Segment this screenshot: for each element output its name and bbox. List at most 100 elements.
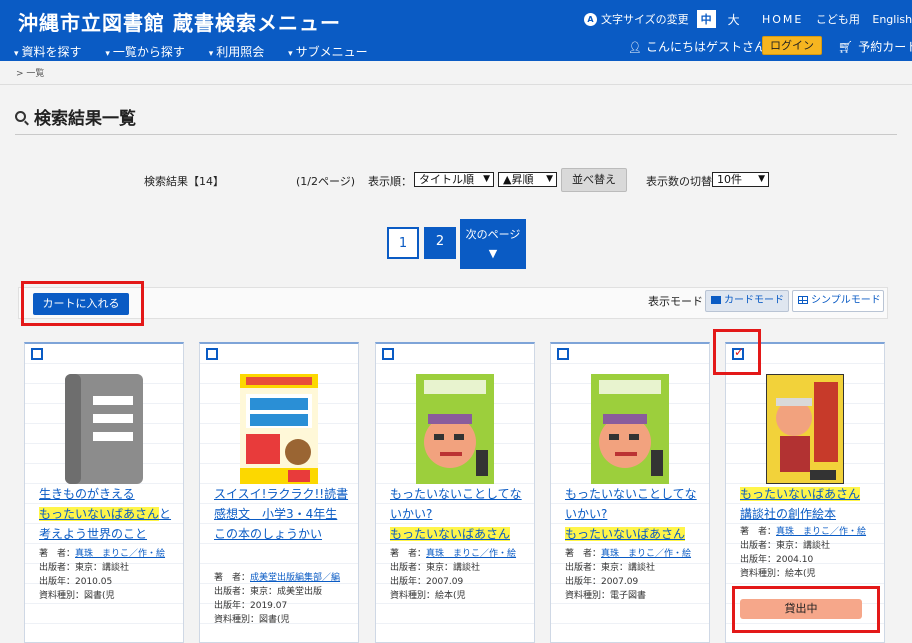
per-page-select-value: 10件 bbox=[717, 173, 742, 186]
direction-select[interactable]: ▲昇順 ▼ bbox=[498, 172, 557, 187]
author-link[interactable]: 真珠 まりこ／作・絵 bbox=[75, 549, 165, 559]
title-highlight: もったいないばあさん bbox=[565, 527, 686, 541]
author-label: 著 者： bbox=[39, 549, 76, 559]
annotation-box-cart bbox=[21, 281, 144, 326]
breadcrumb: > 一覧 bbox=[16, 69, 45, 79]
nav-search-materials[interactable]: 資料を探す bbox=[14, 43, 82, 60]
book-title-link[interactable]: 生きものがきえる もったいないばあさんと考えよう世界のこと bbox=[39, 484, 177, 544]
font-size-switcher: A 文字サイズの変更 中 大 bbox=[584, 10, 740, 28]
next-page-label: 次のページ bbox=[465, 228, 521, 241]
select-checkbox[interactable] bbox=[31, 348, 43, 360]
font-size-medium-button[interactable]: 中 bbox=[696, 10, 716, 28]
author-link[interactable]: 真珠 まりこ／作・絵 bbox=[601, 549, 691, 559]
author-label: 著 者： bbox=[390, 549, 427, 559]
display-mode-label: 表示モード bbox=[648, 295, 703, 308]
type-line: 資料種別：絵本(児 bbox=[390, 591, 466, 601]
placeholder-book-icon[interactable] bbox=[65, 374, 143, 484]
author-label: 著 者： bbox=[214, 573, 251, 583]
annotation-box-status bbox=[732, 586, 880, 633]
author-label: 著 者： bbox=[740, 527, 777, 537]
search-icon bbox=[15, 111, 26, 122]
title-sub: 講談社の創作絵本 bbox=[740, 507, 837, 521]
result-card: もったいないことしてないかい? もったいないばあさん 著 者：真珠 まりこ／作・絵… bbox=[375, 342, 535, 643]
type-line: 資料種別：図書(児 bbox=[214, 615, 290, 625]
kids-link[interactable]: こども用 bbox=[816, 11, 860, 27]
card-mode-button[interactable]: カードモード bbox=[705, 290, 789, 312]
result-count: 検索結果【14】 bbox=[144, 175, 224, 188]
next-page-button[interactable]: 次のページ ▼ bbox=[460, 219, 526, 269]
main-nav: 資料を探す 一覧から探す 利用照会 サブメニュー bbox=[14, 43, 388, 60]
book-cover-image[interactable] bbox=[416, 374, 494, 484]
title-divider bbox=[15, 134, 897, 135]
nav-sub-menu[interactable]: サブメニュー bbox=[288, 43, 368, 60]
page-title: 検索結果一覧 bbox=[15, 104, 136, 129]
book-cover-image[interactable] bbox=[766, 374, 844, 484]
book-title-link[interactable]: スイスイ!ラクラク!!読書感想文 小学3・4年生この本のしょうかい bbox=[214, 484, 352, 544]
book-cover-image[interactable] bbox=[591, 374, 669, 484]
page-1-current[interactable]: 1 bbox=[387, 227, 419, 259]
page-2-link[interactable]: 2 bbox=[424, 227, 456, 259]
font-size-label: 文字サイズの変更 bbox=[601, 13, 689, 26]
nav-usage-inquiry[interactable]: 利用照会 bbox=[209, 43, 264, 60]
author-line: 著 者：真珠 まりこ／作・絵 bbox=[740, 525, 880, 539]
year-line: 出版年：2004.10 bbox=[740, 555, 814, 565]
author-link[interactable]: 成美堂出版編集部／編 bbox=[250, 573, 340, 583]
header-links: HOME こども用 English bbox=[762, 11, 912, 27]
english-link[interactable]: English bbox=[872, 13, 912, 26]
type-line: 資料種別：図書(児 bbox=[39, 591, 115, 601]
cart-label: 予約カート bbox=[858, 40, 912, 54]
publisher-line: 出版者：東京：成美堂出版 bbox=[214, 587, 323, 597]
book-title-link[interactable]: もったいないことしてないかい? もったいないばあさん bbox=[565, 484, 703, 544]
card-mode-label: カードモード bbox=[724, 295, 784, 306]
font-size-large-button[interactable]: 大 bbox=[728, 11, 740, 28]
title-highlight: もったいないばあさん bbox=[740, 487, 861, 501]
card-mode-icon bbox=[711, 296, 721, 304]
breadcrumb-divider bbox=[0, 84, 912, 85]
publisher-line: 出版者：東京：講談社 bbox=[565, 563, 656, 573]
order-select-value: タイトル順 bbox=[419, 173, 474, 186]
site-title[interactable]: 沖縄市立図書館 蔵書検索メニュー bbox=[18, 7, 341, 36]
sort-button[interactable]: 並べ替え bbox=[561, 168, 627, 192]
order-select[interactable]: タイトル順 ▼ bbox=[414, 172, 494, 187]
select-checkbox[interactable] bbox=[382, 348, 394, 360]
triangle-down-icon: ▼ bbox=[488, 247, 498, 260]
author-link[interactable]: 真珠 まりこ／作・絵 bbox=[776, 527, 866, 537]
publisher-line: 出版者：東京：講談社 bbox=[740, 541, 831, 551]
result-card: 生きものがきえる もったいないばあさんと考えよう世界のこと 著 者：真珠 まりこ／… bbox=[24, 342, 184, 643]
year-line: 出版年：2007.09 bbox=[565, 577, 639, 587]
book-meta: 著 者：真珠 まりこ／作・絵 出版者：東京：講談社 出版年：2007.09 資料… bbox=[390, 547, 530, 603]
login-button[interactable]: ログイン bbox=[762, 36, 822, 55]
book-meta: 著 者：真珠 まりこ／作・絵 出版者：東京：講談社 出版年：2007.09 資料… bbox=[565, 547, 705, 603]
simple-mode-label: シンプルモード bbox=[811, 295, 881, 306]
per-page-label: 表示数の切替 bbox=[646, 175, 712, 188]
title-text: スイスイ!ラクラク!!読書感想文 小学3・4年生 bbox=[214, 487, 349, 521]
result-card: スイスイ!ラクラク!!読書感想文 小学3・4年生この本のしょうかい 著 者：成美… bbox=[199, 342, 359, 643]
book-title-link[interactable]: もったいないばあさん 講談社の創作絵本 bbox=[740, 484, 878, 524]
chevron-down-icon: ▼ bbox=[483, 174, 490, 184]
reservation-cart-link[interactable]: 🛒︎ 予約カート bbox=[838, 38, 912, 55]
greeting-text: こんにちはゲストさん bbox=[645, 40, 766, 54]
nav-browse-lists[interactable]: 一覧から探す bbox=[105, 43, 185, 60]
person-icon: 👤︎ bbox=[628, 41, 642, 54]
year-line: 出版年：2007.09 bbox=[390, 577, 464, 587]
site-header: 沖縄市立図書館 蔵書検索メニュー A 文字サイズの変更 中 大 HOME こども… bbox=[0, 0, 912, 61]
select-checkbox[interactable] bbox=[206, 348, 218, 360]
chevron-down-icon: ▼ bbox=[758, 174, 765, 184]
book-cover-image[interactable] bbox=[240, 374, 318, 484]
title-text: 生きものがきえる bbox=[39, 487, 135, 501]
type-line: 資料種別：電子図書 bbox=[565, 591, 647, 601]
annotation-box-checkbox bbox=[713, 329, 761, 375]
select-checkbox[interactable] bbox=[557, 348, 569, 360]
book-title-link[interactable]: もったいないことしてないかい? もったいないばあさん bbox=[390, 484, 528, 544]
book-meta: 著 者：成美堂出版編集部／編 出版者：東京：成美堂出版 出版年：2019.07 … bbox=[214, 571, 354, 627]
title-highlight: もったいないばあさん bbox=[39, 507, 160, 521]
simple-mode-button[interactable]: シンプルモード bbox=[792, 290, 884, 312]
author-line: 著 者：真珠 まりこ／作・絵 bbox=[39, 547, 179, 561]
chevron-down-icon: ▼ bbox=[546, 174, 553, 184]
page-title-text: 検索結果一覧 bbox=[34, 109, 136, 129]
title-sub: この本のしょうかい bbox=[214, 527, 323, 541]
author-link[interactable]: 真珠 まりこ／作・絵 bbox=[426, 549, 516, 559]
per-page-select[interactable]: 10件 ▼ bbox=[712, 172, 769, 187]
home-link[interactable]: HOME bbox=[762, 13, 803, 26]
title-text: もったいないことしてないかい? bbox=[565, 487, 697, 521]
